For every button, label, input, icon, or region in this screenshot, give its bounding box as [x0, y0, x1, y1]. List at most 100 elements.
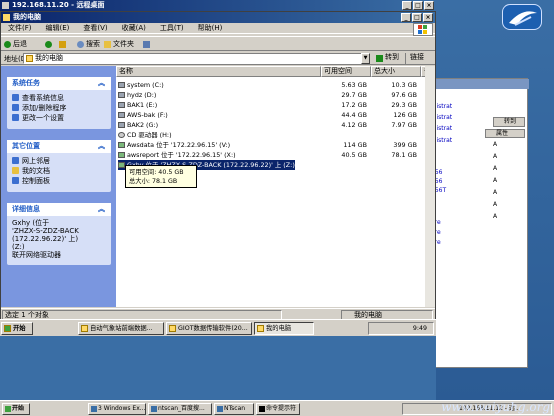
drive-tooltip: 可用空间: 40.5 GB 总大小: 78.1 GB [125, 165, 197, 188]
system-tasks-header[interactable]: 系统任务 ︽ [7, 77, 111, 90]
list-item[interactable]: Awsdata 位于 '172.22.96.15' (V:) 114 GB 399 … [116, 140, 435, 150]
tooltip-free-space: 可用空间: 40.5 GB [129, 169, 184, 176]
column-total-size[interactable]: 总大小 [371, 66, 421, 77]
search-icon [77, 41, 84, 48]
system-info-icon [12, 94, 19, 101]
drive-icon [118, 112, 125, 118]
menu-file[interactable]: 文件(F) [1, 23, 39, 33]
drive-icon [118, 92, 125, 98]
settings-icon [12, 114, 19, 121]
views-icon [143, 41, 150, 48]
drive-icon [118, 102, 125, 108]
windows-flag-icon [413, 23, 433, 36]
network-drive-icon [118, 162, 125, 168]
list-item[interactable]: hydz (D:) 29.7 GB 97.6 GB [116, 90, 435, 100]
back-button[interactable]: 后退 [4, 39, 27, 50]
other-places-header[interactable]: 其它位置 ︽ [7, 140, 111, 153]
vertical-scrollbar[interactable] [425, 66, 435, 307]
collapse-chevron-icon[interactable]: ︽ [98, 203, 105, 216]
windows-logo-icon [4, 325, 11, 332]
list-item[interactable]: system (C:) 5.63 GB 10.3 GB [116, 80, 435, 90]
bg-goto-button[interactable]: 转到 [493, 117, 525, 127]
maximize-button[interactable]: □ [412, 13, 422, 22]
taskbar-button[interactable]: GIOT数据传输软件(20... [166, 322, 252, 335]
close-button[interactable]: × [424, 1, 434, 10]
my-computer-icon [3, 14, 10, 21]
bg-attr: A [493, 189, 498, 196]
cd-drive-icon [118, 132, 125, 138]
list-item[interactable]: awsreport 位于 '172.22.96.15' (X:) 40.5 GB 7… [116, 150, 435, 160]
folders-label: 文件夹 [113, 40, 134, 48]
add-remove-icon [12, 104, 19, 111]
control-panel-icon [12, 177, 19, 184]
remote-client-titlebar[interactable]: 192.168.11.20 - 远程桌面 _ □ × [0, 0, 436, 11]
app-icon [169, 325, 176, 332]
host-taskbar-button[interactable]: NTscan [214, 403, 254, 415]
my-computer-icon [26, 55, 33, 62]
up-folder-button[interactable] [59, 39, 68, 50]
taskbar-button-active[interactable]: 我的电脑 [254, 322, 314, 335]
menu-help[interactable]: 帮助(H) [191, 23, 230, 33]
up-folder-icon [59, 41, 66, 48]
list-item[interactable]: AWS-bak (F:) 44.4 GB 126 GB [116, 110, 435, 120]
tooltip-total-size: 总大小: 78.1 GB [129, 178, 178, 185]
host-taskbar-button[interactable]: ntscan_百度搜... [148, 403, 212, 415]
bg-column-header[interactable]: 属性 [485, 129, 525, 138]
collapse-chevron-icon[interactable]: ︽ [98, 77, 105, 90]
go-label: 转到 [385, 53, 399, 61]
menu-bar: 文件(F) 编辑(E) 查看(V) 收藏(A) 工具(T) 帮助(H) [1, 23, 435, 34]
forward-button[interactable] [45, 39, 54, 50]
go-button[interactable]: 转到 [375, 53, 403, 64]
network-drive-icon [118, 142, 125, 148]
address-value: 我的电脑 [35, 54, 63, 62]
add-remove-programs-link[interactable]: 添加/删除程序 [7, 103, 111, 113]
status-bar: 选定 1 个对象 我的电脑 [1, 308, 435, 320]
search-label: 搜索 [86, 40, 100, 48]
go-arrow-icon [376, 55, 383, 62]
address-dropdown-button[interactable]: ▼ [361, 53, 370, 64]
column-name[interactable]: 名称 [116, 66, 321, 77]
control-panel-link[interactable]: 控制面板 [7, 176, 111, 186]
minimize-button[interactable]: _ [402, 1, 412, 10]
watermark: www.weiyuhg.org [441, 400, 550, 414]
view-system-info-link[interactable]: 查看系统信息 [7, 93, 111, 103]
menu-favorites[interactable]: 收藏(A) [115, 23, 153, 33]
folders-button[interactable]: 文件夹 [104, 39, 134, 50]
folders-icon [104, 41, 111, 48]
host-start-button[interactable]: 开始 [2, 403, 30, 415]
explorer-titlebar[interactable]: 我的电脑 _ □ × [1, 12, 435, 23]
maximize-button[interactable]: □ [413, 1, 423, 10]
my-documents-link[interactable]: 我的文档 [7, 166, 111, 176]
ntscan-icon [217, 406, 223, 412]
list-item[interactable]: BAK1 (E:) 17.2 GB 29.3 GB [116, 100, 435, 110]
system-tray: 9:49 [368, 322, 434, 335]
links-button[interactable]: 链接 [405, 53, 435, 64]
search-button[interactable]: 搜索 [77, 39, 100, 50]
network-places-link[interactable]: 网上邻居 [7, 156, 111, 166]
taskbar-button[interactable]: 自动气象站前端数据... [78, 322, 164, 335]
bg-attr: A [493, 141, 498, 148]
remote-start-button[interactable]: 开始 [1, 322, 33, 335]
minimize-button[interactable]: _ [401, 13, 411, 22]
menu-view[interactable]: 查看(V) [76, 23, 114, 33]
column-free-space[interactable]: 可用空间 [321, 66, 371, 77]
bg-attr: A [493, 153, 498, 160]
windows-logo-icon [5, 406, 11, 412]
task-pane: 系统任务 ︽ 查看系统信息 添加/删除程序 更改一个设置 其它位置 ︽ 网上邻居 我… [1, 66, 116, 307]
host-taskbar-button[interactable]: 3 Windows Ex... [88, 403, 146, 415]
address-input[interactable]: 我的电脑 [23, 53, 368, 64]
change-setting-link[interactable]: 更改一个设置 [7, 113, 111, 123]
back-label: 后退 [13, 40, 27, 48]
remote-desktop-icon [2, 2, 9, 9]
standard-toolbar: 后退 搜索 文件夹 [1, 36, 435, 51]
other-places-panel: 其它位置 ︽ 网上邻居 我的文档 控制面板 [7, 140, 111, 192]
details-header[interactable]: 详细信息 ︽ [7, 203, 111, 216]
menu-edit[interactable]: 编辑(E) [39, 23, 77, 33]
views-button[interactable] [143, 39, 152, 50]
close-button[interactable]: × [423, 13, 433, 22]
menu-tools[interactable]: 工具(T) [153, 23, 191, 33]
list-item[interactable]: BAK2 (G:) 4.12 GB 7.97 GB [116, 120, 435, 130]
collapse-chevron-icon[interactable]: ︽ [98, 140, 105, 153]
list-item[interactable]: CD 驱动器 (H:) [116, 130, 435, 140]
host-taskbar-button[interactable]: 命令提示符 [256, 403, 300, 415]
